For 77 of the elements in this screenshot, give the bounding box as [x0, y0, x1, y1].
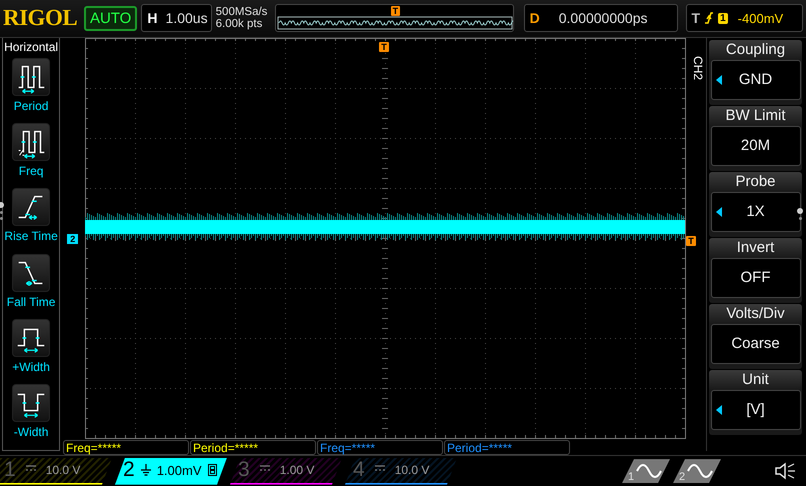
measure-button[interactable]	[12, 58, 50, 96]
run-state-indicator[interactable]: AUTO	[84, 6, 138, 31]
channel-marker[interactable]: 2	[67, 234, 78, 244]
memory-depth: 6.00k pts	[216, 18, 264, 30]
channel-number: 1	[4, 458, 16, 482]
menu-value-text: [V]	[746, 401, 765, 418]
menu-item-title: Coupling	[726, 40, 786, 60]
measure-label: Rise Time	[4, 229, 58, 244]
delay-label: D	[528, 10, 541, 26]
menu-value-text: GND	[738, 71, 772, 88]
timebase-label: H	[146, 10, 158, 26]
menu-item-title: Probe	[735, 172, 776, 192]
measurement-readout: Period=*****	[447, 440, 512, 455]
channel-scale: 10.0 V	[394, 463, 430, 478]
menu-value-text: 20M	[740, 137, 770, 154]
rising-edge-icon	[704, 11, 714, 26]
channel-number: 4	[353, 458, 365, 482]
menu-item[interactable]: BW Limit 20M	[709, 106, 802, 171]
math-number: 2	[679, 471, 686, 484]
channel-scale: 1.00 V	[280, 463, 314, 478]
channel-tab[interactable]: 4 10.0 V	[345, 458, 457, 485]
menu-item-title: Unit	[742, 370, 769, 390]
channel-scale: 10.0 V	[46, 463, 80, 478]
menu-item-title: Volts/Div	[726, 304, 785, 324]
trigger-level-marker[interactable]: T	[686, 236, 696, 246]
measurement-readout: Freq=*****	[320, 440, 376, 455]
menu-item-title: BW Limit	[726, 106, 786, 126]
timebase-display[interactable]: H 1.00us	[141, 4, 212, 32]
measure-button[interactable]	[12, 384, 50, 422]
menu-value-text: OFF	[740, 269, 770, 286]
delay-display[interactable]: D 0.00000000ps	[524, 4, 678, 32]
channel-tab[interactable]: 2 1.00mV	[115, 458, 227, 485]
sine-wave-icon	[687, 463, 714, 480]
sine-wave-icon	[636, 463, 662, 480]
math-number: 1	[628, 471, 634, 484]
menu-title: Horizontal	[4, 38, 58, 56]
channel-label: CH2	[691, 56, 705, 80]
arrow-left-icon	[716, 404, 722, 415]
menu-item[interactable]: Volts/Div Coarse	[709, 304, 802, 369]
channel-number: 2	[123, 458, 135, 482]
menu-item[interactable]: Coupling GND	[709, 40, 802, 105]
trigger-position-marker: T	[390, 6, 400, 16]
measure-label: Period	[14, 98, 48, 113]
measure-label: +Width	[12, 360, 50, 374]
measure-button[interactable]	[12, 254, 50, 292]
channel-scale: 1.00mV	[156, 462, 202, 478]
menu-item[interactable]: Invert OFF	[709, 238, 802, 303]
measure-button[interactable]	[12, 318, 50, 357]
menu-item[interactable]: Unit [V]	[709, 370, 802, 435]
channel-tab[interactable]: 1 10.0 V	[0, 458, 112, 485]
ground-icon	[140, 464, 151, 476]
delay-value: 0.00000000ps	[558, 10, 648, 26]
arrow-left-icon	[716, 206, 722, 217]
trigger-label: T	[690, 10, 700, 26]
measure-label: -Width	[14, 425, 48, 440]
menu-value-text: Coarse	[731, 335, 780, 352]
timebase-value: 1.00us	[164, 10, 209, 26]
measurement-readout: Freq=*****	[66, 440, 122, 455]
trigger-position-marker[interactable]: T	[379, 42, 389, 52]
brand-logo: RIGOL	[3, 5, 78, 32]
trigger-display[interactable]: T 1 -400mV	[686, 4, 803, 32]
channel-tab[interactable]: 3 1.00 V	[230, 458, 342, 485]
page-indicator-icon	[797, 208, 803, 220]
trigger-level: -400mV	[738, 10, 784, 26]
measure-label: Fall Time	[6, 294, 56, 309]
menu-value-text: 1X	[746, 203, 765, 220]
menu-item[interactable]: Probe 1X	[709, 172, 802, 237]
measure-label: Freq	[18, 164, 44, 178]
measure-button[interactable]	[12, 122, 50, 161]
trigger-source: 1	[718, 12, 728, 24]
channel-number: 3	[238, 458, 250, 482]
menu-item-title: Invert	[736, 238, 774, 258]
sample-rate: 500MSa/s	[216, 6, 268, 18]
measure-button[interactable]	[12, 188, 50, 226]
speaker-icon	[774, 462, 796, 480]
arrow-left-icon	[716, 74, 722, 85]
measurement-readout: Period=*****	[193, 440, 258, 455]
